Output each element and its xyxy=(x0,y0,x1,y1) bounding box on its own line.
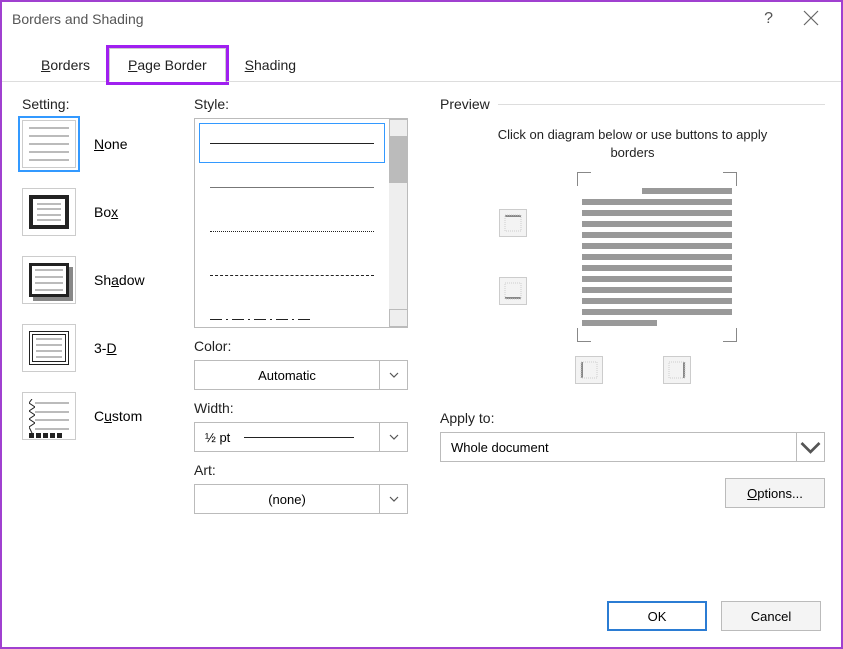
color-combo-caret[interactable] xyxy=(379,361,407,389)
chevron-down-icon xyxy=(388,431,400,443)
style-label: Style: xyxy=(194,96,426,112)
preview-label: Preview xyxy=(440,96,490,112)
window-title: Borders and Shading xyxy=(12,11,144,27)
art-value: (none) xyxy=(195,492,379,507)
setting-custom-label: Custom xyxy=(94,408,142,424)
width-value: ½ pt xyxy=(205,430,230,445)
preview-panel: Preview Click on diagram below or use bu… xyxy=(440,96,825,579)
close-button[interactable] xyxy=(801,8,821,28)
borders-shading-dialog: Borders and Shading ? Borders Page Borde… xyxy=(0,0,843,649)
setting-custom-icon xyxy=(22,392,76,440)
preview-hint: Click on diagram below or use buttons to… xyxy=(480,126,785,162)
style-listbox[interactable] xyxy=(194,118,408,328)
setting-none[interactable]: None xyxy=(22,120,180,168)
setting-shadow-icon xyxy=(22,256,76,304)
dialog-footer: OK Cancel xyxy=(2,589,841,647)
setting-panel: Setting: None Box xyxy=(22,96,180,579)
style-scrollbar[interactable] xyxy=(389,119,407,327)
style-row-solid[interactable] xyxy=(199,123,385,163)
setting-shadow[interactable]: Shadow xyxy=(22,256,180,304)
border-left-icon xyxy=(580,361,598,379)
ok-button[interactable]: OK xyxy=(607,601,707,631)
tab-strip: Borders Page Border Shading xyxy=(2,36,841,82)
titlebar: Borders and Shading ? xyxy=(2,2,841,36)
art-combo-caret[interactable] xyxy=(379,485,407,513)
apply-to-section: Apply to: Whole document Options... xyxy=(440,410,825,508)
apply-to-caret[interactable] xyxy=(796,433,824,461)
options-button[interactable]: Options... xyxy=(725,478,825,508)
border-left-button[interactable] xyxy=(575,356,603,384)
setting-3d[interactable]: 3-D xyxy=(22,324,180,372)
chevron-down-icon xyxy=(388,493,400,505)
color-combo[interactable]: Automatic xyxy=(194,360,408,390)
chevron-down-icon xyxy=(797,434,824,461)
border-bottom-icon xyxy=(504,282,522,300)
width-combo-caret[interactable] xyxy=(379,423,407,451)
setting-3d-icon xyxy=(22,324,76,372)
width-sample-line xyxy=(244,437,354,438)
tab-page-border[interactable]: Page Border xyxy=(109,48,226,82)
chevron-down-icon xyxy=(388,369,400,381)
apply-to-value: Whole document xyxy=(441,440,796,455)
border-bottom-button[interactable] xyxy=(499,277,527,305)
style-row-dotted[interactable] xyxy=(199,211,385,251)
setting-box-label: Box xyxy=(94,204,118,220)
setting-3d-label: 3-D xyxy=(94,340,117,356)
help-button[interactable]: ? xyxy=(764,10,773,28)
border-right-icon xyxy=(668,361,686,379)
style-row-thin[interactable] xyxy=(199,167,385,207)
scroll-up-button[interactable] xyxy=(389,119,408,137)
setting-label: Setting: xyxy=(22,96,180,112)
preview-zone xyxy=(440,172,825,342)
border-right-button[interactable] xyxy=(663,356,691,384)
chevron-down-icon xyxy=(406,285,408,328)
style-row-dashed[interactable] xyxy=(199,255,385,295)
tab-shading[interactable]: Shading xyxy=(226,48,315,82)
setting-shadow-label: Shadow xyxy=(94,272,145,288)
close-icon xyxy=(801,8,821,28)
border-top-icon xyxy=(504,214,522,232)
cancel-button[interactable]: Cancel xyxy=(721,601,821,631)
style-panel: Style: xyxy=(194,96,426,579)
art-combo[interactable]: (none) xyxy=(194,484,408,514)
setting-none-icon xyxy=(22,120,76,168)
setting-custom[interactable]: Custom xyxy=(22,392,180,440)
scroll-thumb[interactable] xyxy=(389,137,407,183)
preview-paragraph xyxy=(582,188,732,326)
dialog-body: Setting: None Box xyxy=(2,82,841,589)
page-preview[interactable] xyxy=(547,172,767,342)
apply-to-label: Apply to: xyxy=(440,410,825,426)
width-combo[interactable]: ½ pt xyxy=(194,422,408,452)
setting-list: None Box Shadow xyxy=(22,120,180,440)
setting-box-icon xyxy=(22,188,76,236)
art-label: Art: xyxy=(194,462,426,478)
width-label: Width: xyxy=(194,400,426,416)
border-top-button[interactable] xyxy=(499,209,527,237)
setting-box[interactable]: Box xyxy=(22,188,180,236)
setting-none-label: None xyxy=(94,136,127,152)
color-value: Automatic xyxy=(195,368,379,383)
apply-to-combo[interactable]: Whole document xyxy=(440,432,825,462)
tab-borders[interactable]: Borders xyxy=(22,48,109,82)
scroll-down-button[interactable] xyxy=(389,309,408,327)
color-label: Color: xyxy=(194,338,426,354)
style-row-dashdot[interactable] xyxy=(199,299,385,327)
